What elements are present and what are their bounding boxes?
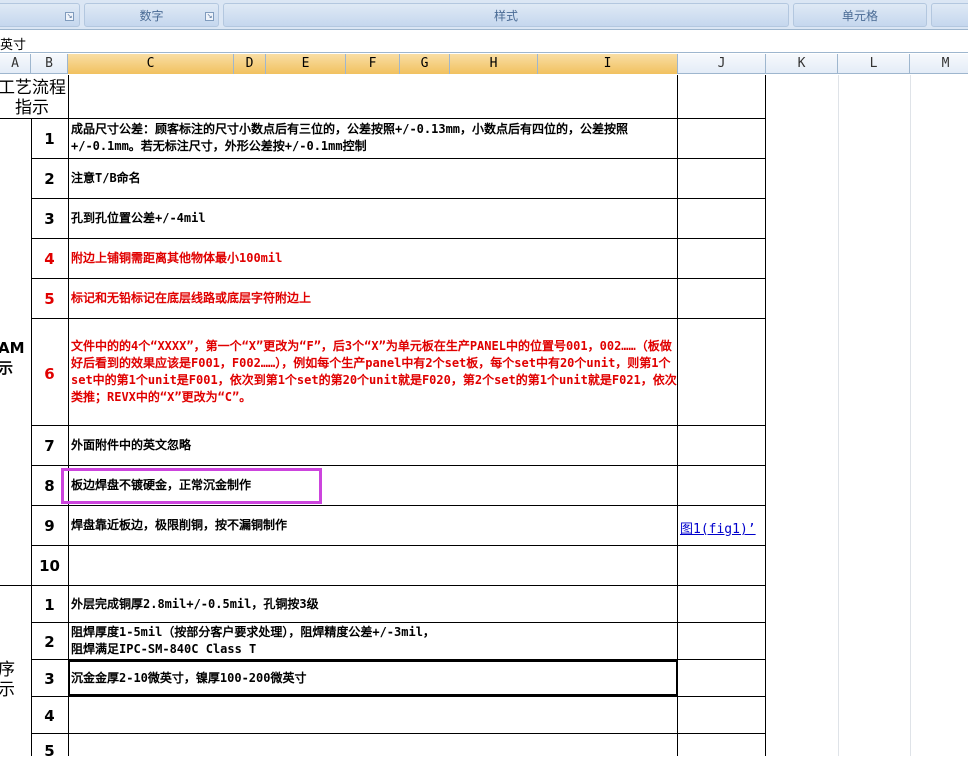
border-line	[0, 118, 766, 119]
gridline	[910, 75, 911, 756]
border-line	[677, 75, 678, 756]
row-number: 4	[44, 707, 55, 725]
ribbon-group-number[interactable]: 数字 ↘	[84, 3, 219, 27]
column-header-g[interactable]: G	[400, 54, 450, 74]
border-line	[31, 198, 766, 199]
ribbon: ↘ 数字 ↘ 样式 单元格	[0, 0, 968, 30]
column-header-i[interactable]: I	[538, 54, 678, 74]
highlight-annotation-box	[61, 468, 322, 504]
column-header-m[interactable]: M	[910, 54, 968, 74]
column-header-a[interactable]: A	[0, 54, 31, 74]
row-number: 2	[44, 170, 55, 188]
process-instruction-text[interactable]: 阻焊厚度1-5mil（按部分客户要求处理），阻焊精度公差+/-3mil， 阻焊满…	[71, 624, 677, 658]
cam-instruction-text[interactable]: 外面附件中的英文忽略	[71, 437, 677, 454]
cam-instruction-text[interactable]: 成品尺寸公差：顾客标注的尺寸小数点后有三位的，公差按照+/-0.13mm，小数点…	[71, 121, 677, 155]
row-number: 4	[44, 250, 55, 268]
border-line	[31, 158, 766, 159]
column-header-c[interactable]: C	[68, 54, 234, 74]
border-line	[31, 238, 766, 239]
column-header-e[interactable]: E	[266, 54, 346, 74]
border-line	[0, 585, 766, 586]
border-line	[31, 505, 766, 506]
cam-instruction-text[interactable]: 焊盘靠近板边，极限削铜，按不漏铜制作	[71, 517, 677, 534]
column-header-b[interactable]: B	[31, 54, 68, 74]
process-instruction-text[interactable]: 外层完成铜厚2.8mil+/-0.5mil，孔铜按3级	[71, 596, 677, 613]
row-number: 2	[44, 633, 55, 651]
row-number: 10	[39, 557, 60, 575]
ribbon-group-styles[interactable]: 样式	[223, 3, 789, 27]
border-line	[31, 318, 766, 319]
border-line	[31, 622, 766, 623]
border-line	[68, 75, 69, 756]
row-number: 7	[44, 437, 55, 455]
row-number: 5	[44, 290, 55, 308]
column-header-row: A B C D E F G H I J K L M	[0, 54, 968, 74]
border-line	[765, 75, 766, 756]
border-line	[31, 425, 766, 426]
cam-instruction-text[interactable]: 文件中的的4个“XXXX”，第一个“X”更改为“F”，后3个“X”为单元板在生产…	[71, 338, 677, 406]
cam-instruction-text[interactable]: 孔到孔位置公差+/-4mil	[71, 210, 677, 227]
section-label-cam: AM 示	[0, 339, 25, 377]
cam-instruction-text[interactable]: 注意T/B命名	[71, 170, 677, 187]
border-line	[31, 545, 766, 546]
cam-instruction-text[interactable]: 附边上铺铜需距离其他物体最小100mil	[71, 250, 677, 267]
dialog-launcher-icon[interactable]: ↘	[205, 12, 214, 21]
figure-link[interactable]: 图1(fig1)’	[680, 518, 756, 537]
ribbon-group-cells[interactable]: 单元格	[793, 3, 927, 27]
border-line	[31, 465, 766, 466]
row-number: 6	[44, 365, 55, 383]
selected-cell-outline	[68, 660, 678, 696]
column-header-k[interactable]: K	[766, 54, 838, 74]
ribbon-group-editing[interactable]	[931, 3, 968, 27]
column-header-h[interactable]: H	[450, 54, 538, 74]
dialog-launcher-icon[interactable]: ↘	[65, 12, 74, 21]
ribbon-group-alignment[interactable]: ↘	[0, 3, 80, 27]
column-header-j[interactable]: J	[678, 54, 766, 74]
gridline	[838, 75, 839, 756]
column-header-f[interactable]: F	[346, 54, 400, 74]
row-number: 1	[44, 596, 55, 614]
row-number: 3	[44, 670, 55, 688]
formula-bar[interactable]: 英寸	[0, 31, 968, 53]
section-label-process: 序 示	[0, 660, 15, 700]
row-number: 9	[44, 517, 55, 535]
formula-bar-value[interactable]: 英寸	[0, 34, 26, 53]
row-number: 5	[44, 742, 55, 760]
column-header-l[interactable]: L	[838, 54, 910, 74]
column-header-d[interactable]: D	[234, 54, 266, 74]
border-line	[31, 733, 766, 734]
border-line	[31, 278, 766, 279]
row-number: 3	[44, 210, 55, 228]
cam-instruction-text[interactable]: 标记和无铅标记在底层线路或底层字符附边上	[71, 290, 677, 307]
border-line	[31, 696, 766, 697]
row-number: 1	[44, 130, 55, 148]
section-label-process-flow: 工艺流程 指示	[0, 78, 66, 118]
